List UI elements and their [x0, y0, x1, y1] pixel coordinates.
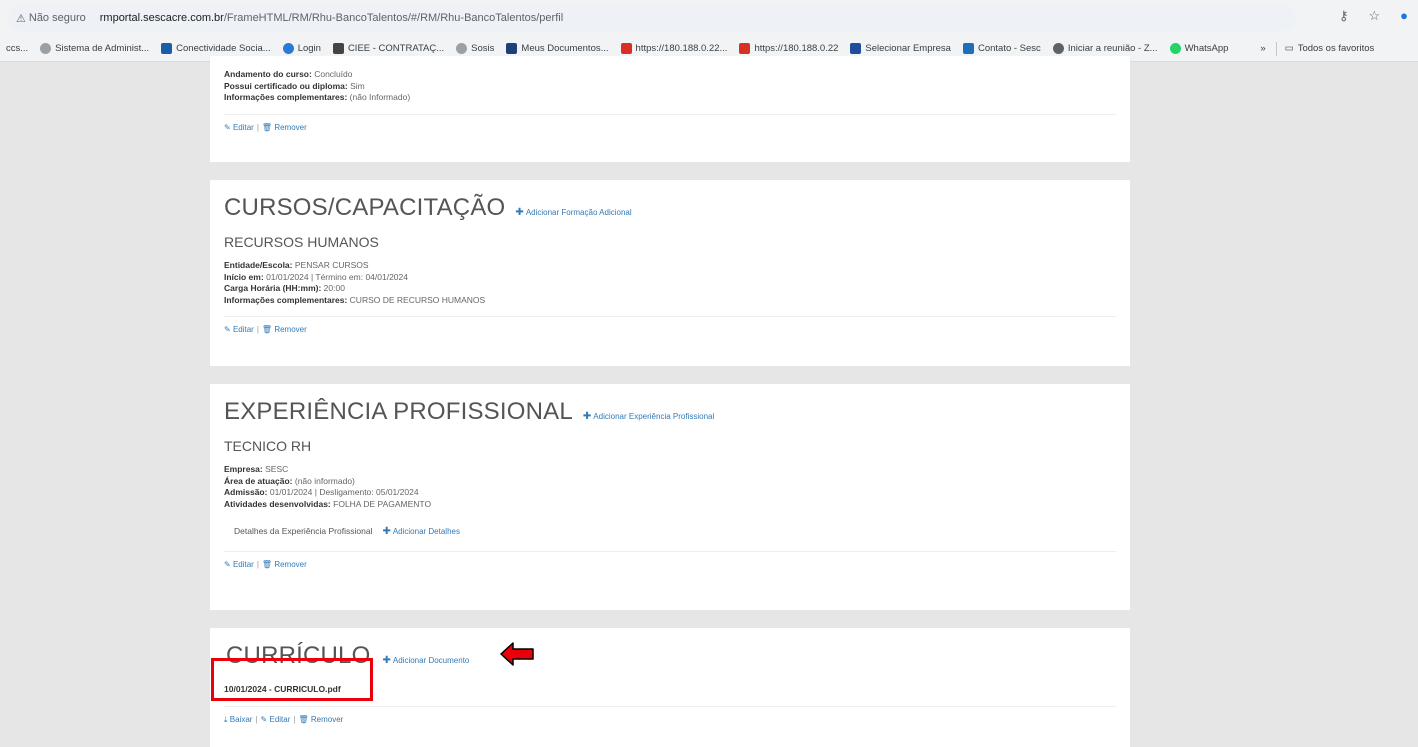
trash-icon: 🗑 — [298, 714, 309, 724]
divider — [224, 113, 1116, 115]
experience-card: EXPERIÊNCIA PROFISSIONAL ✚ Adicionar Expe… — [210, 384, 1130, 610]
globe-icon — [1052, 43, 1064, 54]
download-icon: ⤓ — [224, 714, 228, 724]
bookmark-item[interactable]: Contato - Sesc — [962, 43, 1041, 54]
edit-link[interactable]: ✎ Editar — [261, 715, 291, 724]
site-icon — [332, 43, 344, 54]
site-icon — [962, 43, 974, 54]
pencil-icon: ✎ — [260, 714, 268, 724]
field-row: Início em: 01/01/2024 | Término em: 04/0… — [224, 271, 408, 282]
plus-icon: ✚ — [515, 207, 524, 218]
plus-icon: ✚ — [582, 411, 592, 422]
more-bookmarks-icon[interactable]: » — [1260, 43, 1265, 54]
whatsapp-icon — [1169, 43, 1181, 54]
site-icon — [620, 43, 632, 54]
divider — [224, 551, 1116, 552]
field-row: Entidade/Escola: PENSAR CURSOS — [224, 260, 369, 270]
bookmark-item[interactable]: Sosis — [456, 43, 494, 54]
edit-link[interactable]: ✎ Editar — [224, 325, 254, 334]
card-actions: ✎ Editar | 🗑 Remover — [224, 325, 307, 334]
plus-icon: ✚ — [382, 655, 391, 666]
star-icon[interactable]: ☆ — [1368, 8, 1380, 24]
field-row: Possui certificado ou diploma: Sim — [224, 80, 365, 91]
field-row: Carga Horária (HH:mm): 20:00 — [224, 283, 345, 293]
remove-link[interactable]: 🗑 Remover — [262, 123, 307, 132]
bookmark-item[interactable]: Selecionar Empresa — [850, 43, 951, 54]
key-icon[interactable]: ⚷ — [1339, 8, 1349, 24]
pencil-icon: ✎ — [224, 325, 231, 334]
field-row: Área de atuação: (não informado) — [224, 475, 355, 486]
url-field[interactable]: ⚠ Não seguro rmportal.sescacre.com.br/Fr… — [8, 5, 1296, 31]
browser-address-bar: ⚠ Não seguro rmportal.sescacre.com.br/Fr… — [0, 0, 1418, 36]
field-row — [224, 62, 1116, 69]
bookmark-item[interactable]: Conectividade Socia... — [161, 43, 271, 54]
bookmark-item[interactable]: Sistema de Administ... — [40, 43, 149, 54]
edit-link[interactable]: ✎ Editar — [224, 560, 254, 569]
site-icon — [282, 43, 294, 54]
item-title: RECURSOS HUMANOS — [224, 234, 379, 250]
bookmark-item[interactable]: Iniciar a reunião - Z... — [1052, 43, 1158, 54]
arrow-left-icon — [500, 642, 534, 666]
section-title: CURSOS/CAPACITAÇÃO — [224, 194, 506, 221]
field-row: Informações complementares: CURSO DE REC… — [224, 294, 486, 305]
all-favorites-folder[interactable]: ▭ Todos os favoritos — [1285, 43, 1375, 54]
remove-link[interactable]: 🗑 Remover — [262, 560, 307, 569]
highlight-box — [211, 658, 373, 701]
download-link[interactable]: ⤓ Baixar — [224, 715, 252, 724]
globe-icon — [40, 43, 52, 54]
field-row: Empresa: SESC — [224, 464, 289, 474]
field-row: Atividades desenvolvidas: FOLHA DE PAGAM… — [224, 498, 432, 509]
field-row: Admissão: 01/01/2024 | Desligamento: 05/… — [224, 487, 419, 497]
add-details-link[interactable]: ✚ Adicionar Detalhes — [382, 526, 460, 537]
bookmark-item[interactable]: https://180.188.0.22... — [620, 43, 727, 54]
bookmark-prefix[interactable]: ccs... — [6, 43, 28, 54]
site-icon — [161, 43, 173, 54]
url-text: rmportal.sescacre.com.br/FrameHTML/RM/Rh… — [99, 12, 564, 24]
bookmark-item[interactable]: Login — [282, 43, 321, 54]
globe-icon — [456, 43, 468, 54]
add-experience-link[interactable]: ✚ Adicionar Experiência Profissional — [583, 411, 714, 422]
site-icon — [739, 43, 751, 54]
edit-link[interactable]: ✎ Editar — [224, 123, 254, 132]
bookmark-item[interactable]: WhatsApp — [1169, 43, 1228, 54]
plus-icon: ✚ — [382, 526, 391, 537]
divider — [224, 316, 1116, 317]
pencil-icon: ✎ — [224, 122, 231, 132]
experience-details-row: Detalhes da Experiência Profissional ✚ Ad… — [224, 526, 1116, 537]
card-actions: ⤓ Baixar | ✎ Editar | 🗑 Remover — [224, 714, 344, 724]
page-content: Andamento do curso: Concluído Possui cer… — [0, 56, 1418, 747]
trash-icon: 🗑 — [261, 560, 273, 569]
add-course-link[interactable]: ✚ Adicionar Formação Adicional — [515, 207, 631, 218]
divider — [224, 705, 1116, 707]
site-icon — [506, 43, 518, 54]
details-label: Detalhes da Experiência Profissional — [234, 526, 373, 536]
remove-link[interactable]: 🗑 Remover — [298, 715, 343, 724]
pencil-icon: ✎ — [224, 560, 231, 569]
warning-icon: ⚠ — [16, 12, 26, 25]
courses-card: CURSOS/CAPACITAÇÃO ✚ Adicionar Formação A… — [210, 180, 1130, 366]
card-actions: ✎ Editar | 🗑 Remover — [224, 560, 307, 569]
folder-icon: ▭ — [1284, 43, 1294, 54]
bookmark-item[interactable]: Meus Documentos... — [506, 43, 609, 54]
field-row: Informações complementares: (não Informa… — [224, 92, 411, 102]
card-actions: ✎ Editar | 🗑 Remover — [224, 122, 307, 132]
not-secure-indicator[interactable]: ⚠ Não seguro — [16, 12, 86, 25]
item-title: TECNICO RH — [224, 438, 312, 454]
remove-link[interactable]: 🗑 Remover — [262, 325, 307, 334]
education-card: Andamento do curso: Concluído Possui cer… — [210, 56, 1130, 162]
bookmark-item[interactable]: https://180.188.0.22 — [739, 43, 838, 54]
profile-icon[interactable]: ● — [1400, 8, 1408, 24]
bookmark-item[interactable]: CIEE - CONTRATAÇ... — [332, 43, 444, 54]
section-title: EXPERIÊNCIA PROFISSIONAL — [224, 398, 573, 425]
bookmarks-divider — [1275, 41, 1277, 56]
trash-icon: 🗑 — [261, 325, 273, 334]
add-document-link[interactable]: ✚ Adicionar Documento — [382, 655, 469, 666]
site-icon — [850, 43, 862, 54]
trash-icon: 🗑 — [261, 122, 273, 132]
field-row: Andamento do curso: Concluído — [224, 69, 353, 79]
